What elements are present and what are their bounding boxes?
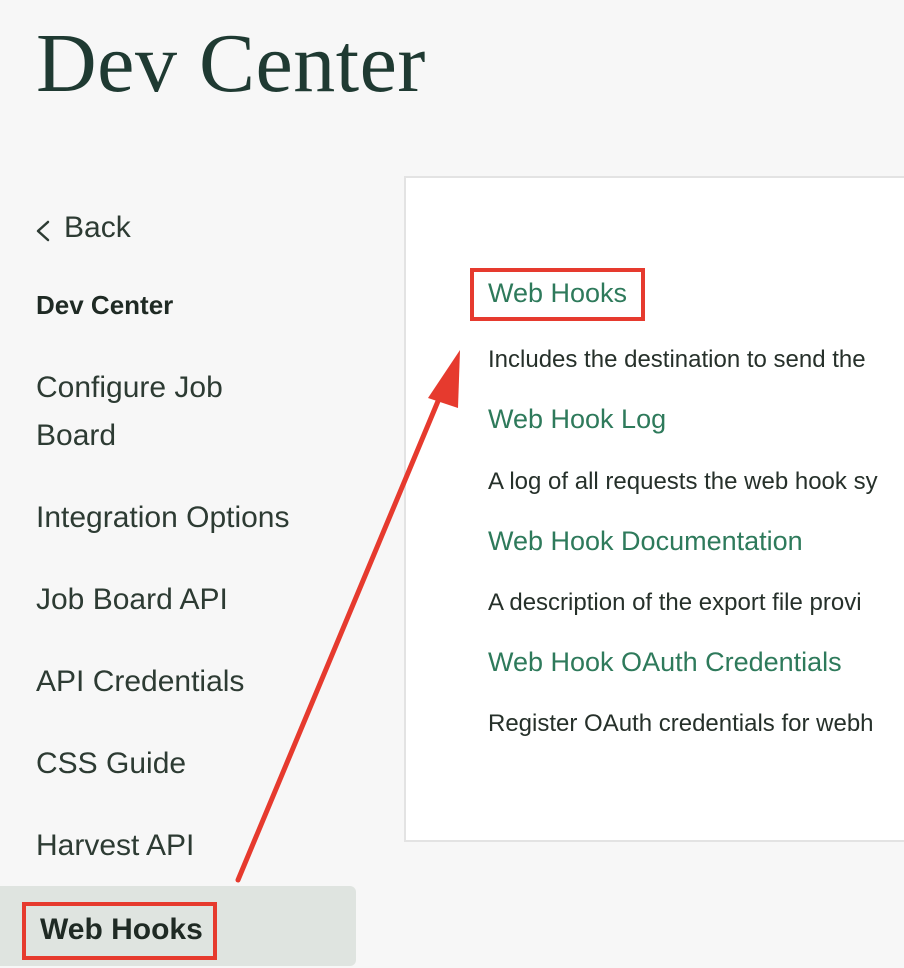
- web-hook-documentation-description: A description of the export file provi: [488, 589, 862, 616]
- web-hooks-link[interactable]: Web Hooks: [470, 268, 646, 321]
- sidebar-item-job-board-api[interactable]: Job Board API: [36, 576, 228, 624]
- web-hook-oauth-credentials-link[interactable]: Web Hook OAuth Credentials: [488, 647, 842, 678]
- chevron-left-icon: [36, 220, 50, 242]
- web-hook-documentation-link[interactable]: Web Hook Documentation: [488, 526, 803, 557]
- web-hook-log-link[interactable]: Web Hook Log: [488, 404, 666, 435]
- web-hook-oauth-credentials-description: Register OAuth credentials for webh: [488, 710, 874, 737]
- sidebar-item-harvest-api[interactable]: Harvest API: [36, 822, 194, 870]
- sidebar-item-api-credentials[interactable]: API Credentials: [36, 658, 244, 706]
- sidebar-item-configure-job-board[interactable]: Configure Job Board: [36, 364, 223, 460]
- web-hook-log-description: A log of all requests the web hook sy: [488, 468, 878, 495]
- back-link[interactable]: Back: [36, 206, 131, 250]
- content-card: Web Hooks Includes the destination to se…: [404, 176, 904, 842]
- sidebar-item-integration-options[interactable]: Integration Options: [36, 494, 290, 542]
- sidebar-item-web-hooks[interactable]: Web Hooks: [0, 886, 356, 966]
- sidebar-item-css-guide[interactable]: CSS Guide: [36, 740, 186, 788]
- back-label: Back: [64, 211, 131, 244]
- sidebar-heading: Dev Center: [36, 290, 174, 320]
- web-hooks-description: Includes the destination to send the: [488, 346, 866, 373]
- sidebar-item-web-hooks-label: Web Hooks: [22, 902, 217, 960]
- page-title: Dev Center: [36, 17, 426, 110]
